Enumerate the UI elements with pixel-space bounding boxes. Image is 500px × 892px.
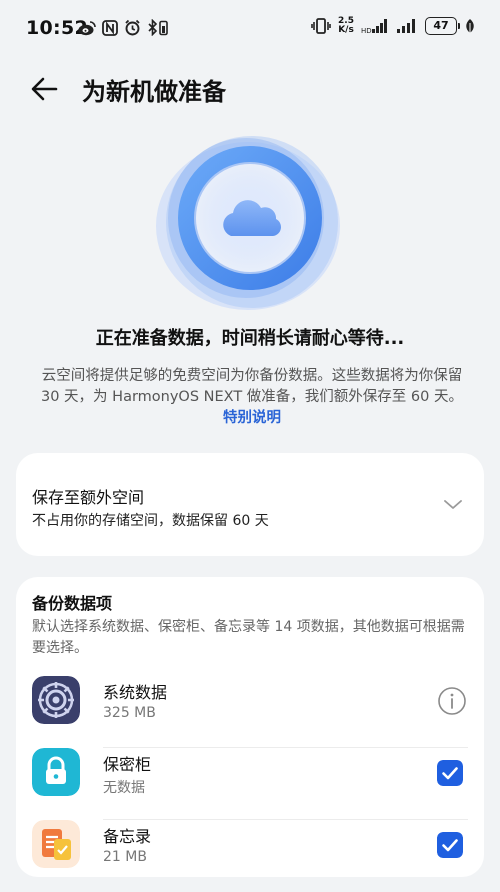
cloud-progress-ring — [156, 136, 340, 310]
checkbox-checked[interactable] — [437, 760, 463, 786]
weibo-icon — [78, 20, 96, 35]
preparing-heading: 正在准备数据，时间稍长请耐心等待... — [95, 328, 405, 349]
backup-item-safe[interactable]: 保密柜 无数据 — [16, 748, 484, 820]
extra-storage-subtitle: 不占用你的存储空间，数据保留 60 天 — [32, 513, 269, 529]
title-bar: 为新机做准备 — [0, 62, 500, 114]
alarm-icon — [125, 19, 140, 36]
checkbox-checked[interactable] — [437, 832, 463, 858]
signal-icon: HD — [361, 19, 387, 34]
item-name: 保密柜 — [103, 755, 152, 774]
backup-items-card: 备份数据项 默认选择系统数据、保密柜、备忘录等 14 项数据，其他数据可根据需要… — [16, 577, 484, 877]
nfc-icon — [102, 19, 118, 36]
extra-storage-title: 保存至额外空间 — [32, 488, 145, 507]
status-left-icons — [78, 19, 169, 36]
item-name: 备忘录 — [103, 827, 152, 846]
info-icon[interactable] — [437, 686, 467, 716]
special-notes-link[interactable]: 特别说明 — [223, 410, 281, 426]
system-data-icon — [32, 676, 80, 724]
page-title: 为新机做准备 — [82, 78, 226, 106]
status-bar: 10:52 2.5 K/s HD 47 — [0, 0, 500, 56]
backup-item-system-data[interactable]: 系统数据 325 MB — [16, 676, 484, 748]
safe-lock-icon — [32, 748, 80, 796]
item-size: 无数据 — [103, 780, 145, 796]
net-speed-unit: K/s — [338, 25, 354, 35]
item-size: 325 MB — [103, 705, 156, 721]
backup-items-subtitle: 默认选择系统数据、保密柜、备忘录等 14 项数据，其他数据可根据需要选择。 — [32, 619, 465, 656]
bluetooth-battery-icon — [148, 19, 168, 36]
item-name: 系统数据 — [103, 683, 168, 702]
notes-icon — [32, 820, 80, 868]
svg-text:HD: HD — [361, 27, 372, 34]
vibrate-icon — [311, 18, 331, 34]
chevron-down-icon[interactable] — [442, 493, 464, 515]
status-right-icons: 2.5 K/s HD 47 — [311, 17, 476, 35]
extra-storage-card[interactable]: 保存至额外空间 不占用你的存储空间，数据保留 60 天 — [16, 453, 484, 556]
backup-items-title: 备份数据项 — [32, 594, 113, 613]
arrow-left-icon[interactable] — [28, 72, 62, 106]
battery-indicator: 47 — [425, 17, 460, 35]
leaf-icon — [466, 19, 474, 33]
signal-icon — [397, 19, 415, 33]
preparing-description: 云空间将提供足够的免费空间为你备份数据。这些数据将为你保留 30 天，为 Har… — [34, 366, 470, 429]
backup-item-notes[interactable]: 备忘录 21 MB — [16, 820, 484, 892]
net-speed: 2.5 K/s — [338, 17, 354, 35]
description-text: 云空间将提供足够的免费空间为你备份数据。这些数据将为你保留 30 天，为 Har… — [41, 368, 463, 405]
